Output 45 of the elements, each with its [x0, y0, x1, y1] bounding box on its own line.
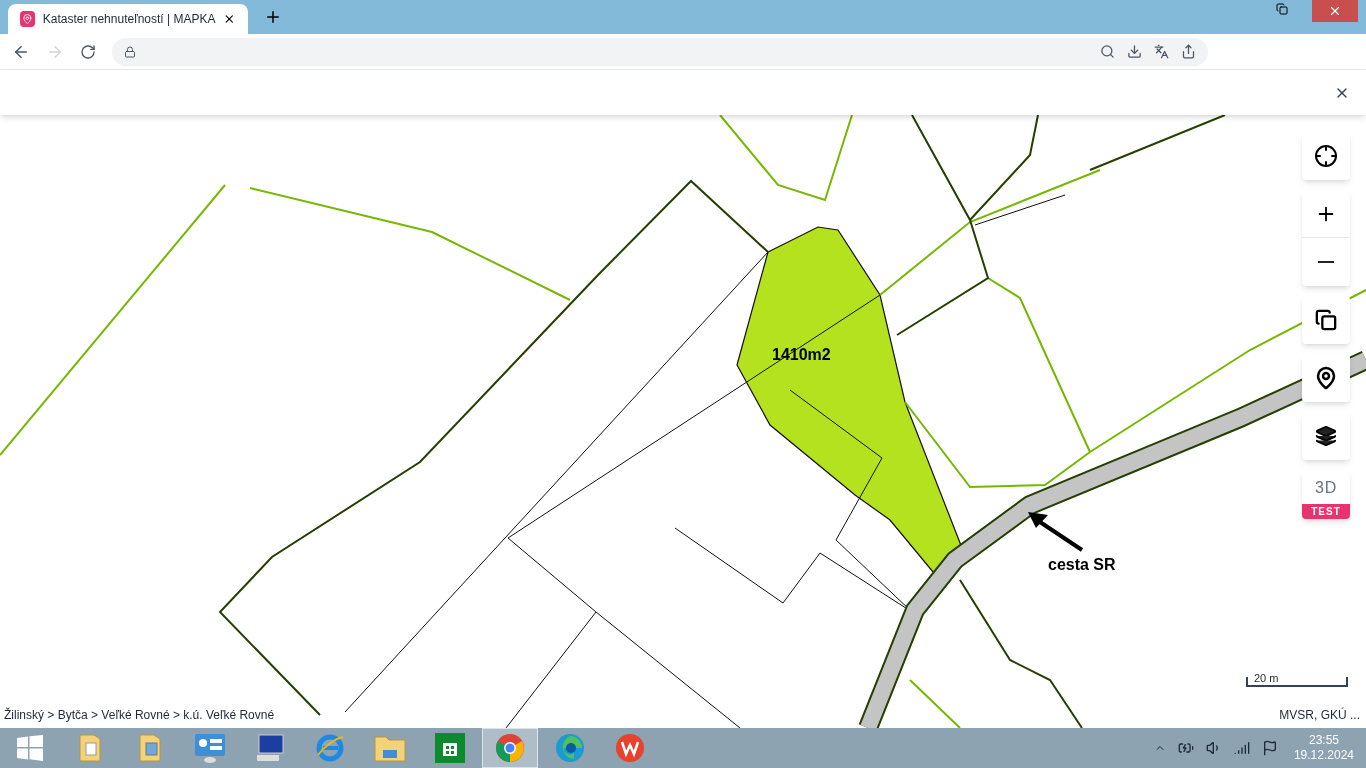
translate-icon[interactable]	[1154, 44, 1169, 59]
scale-label: 20 m	[1254, 673, 1279, 684]
compare-icon	[1315, 309, 1337, 331]
layers-button[interactable]	[1302, 412, 1350, 460]
crosshair-icon	[1314, 144, 1338, 168]
close-icon	[1328, 4, 1342, 18]
install-icon[interactable]	[1127, 44, 1142, 59]
restore-window-icon[interactable]	[1276, 3, 1288, 15]
windows-logo-icon	[17, 735, 43, 761]
chrome-logo-icon	[495, 733, 525, 763]
wps-logo-icon	[615, 733, 645, 763]
signal-icon[interactable]	[1233, 740, 1250, 756]
map-pin-icon	[20, 11, 35, 27]
reload-icon[interactable]	[80, 43, 96, 60]
taskbar-app[interactable]	[482, 728, 538, 768]
lock-icon	[124, 45, 136, 58]
arrow-drawing	[1028, 512, 1084, 552]
address-field[interactable]	[112, 37, 1208, 66]
breadcrumb: Žilinský > Bytča > Veľké Rovné > k.ú. Veľké Rovné	[4, 706, 275, 724]
3d-button[interactable]: 3D TEST	[1302, 470, 1350, 519]
compare-button[interactable]	[1302, 296, 1350, 344]
close-tab-icon[interactable]	[223, 12, 236, 26]
share-icon[interactable]	[1181, 44, 1196, 59]
folder-icon	[78, 733, 102, 763]
flag-icon[interactable]	[1261, 740, 1278, 756]
search-icon[interactable]	[1100, 44, 1115, 59]
minus-icon	[1318, 261, 1334, 263]
clock-time: 23:55	[1308, 733, 1339, 748]
control-panel-icon	[194, 733, 226, 763]
attribution: MVSR, GKÚ ...	[1279, 706, 1360, 724]
layers-icon	[1315, 425, 1337, 447]
file-explorer-icon	[374, 734, 406, 762]
test-badge: TEST	[1302, 504, 1350, 519]
browser-e-icon	[315, 733, 345, 763]
new-tab-icon[interactable]	[264, 8, 282, 26]
clock-date: 19.12.2024	[1293, 748, 1354, 763]
browser-tab[interactable]: Kataster nehnuteľností | MAPKA	[8, 4, 248, 34]
battery-icon[interactable]	[1177, 740, 1194, 756]
edge-logo-icon	[555, 733, 585, 763]
tab-title: Kataster nehnuteľností | MAPKA	[42, 11, 216, 28]
locate-button[interactable]	[1302, 132, 1350, 180]
map-annotation: cesta SR	[1048, 555, 1116, 575]
map-pin-icon	[1314, 366, 1338, 390]
computer-icon	[255, 733, 285, 763]
pictures-folder-icon	[138, 733, 162, 763]
